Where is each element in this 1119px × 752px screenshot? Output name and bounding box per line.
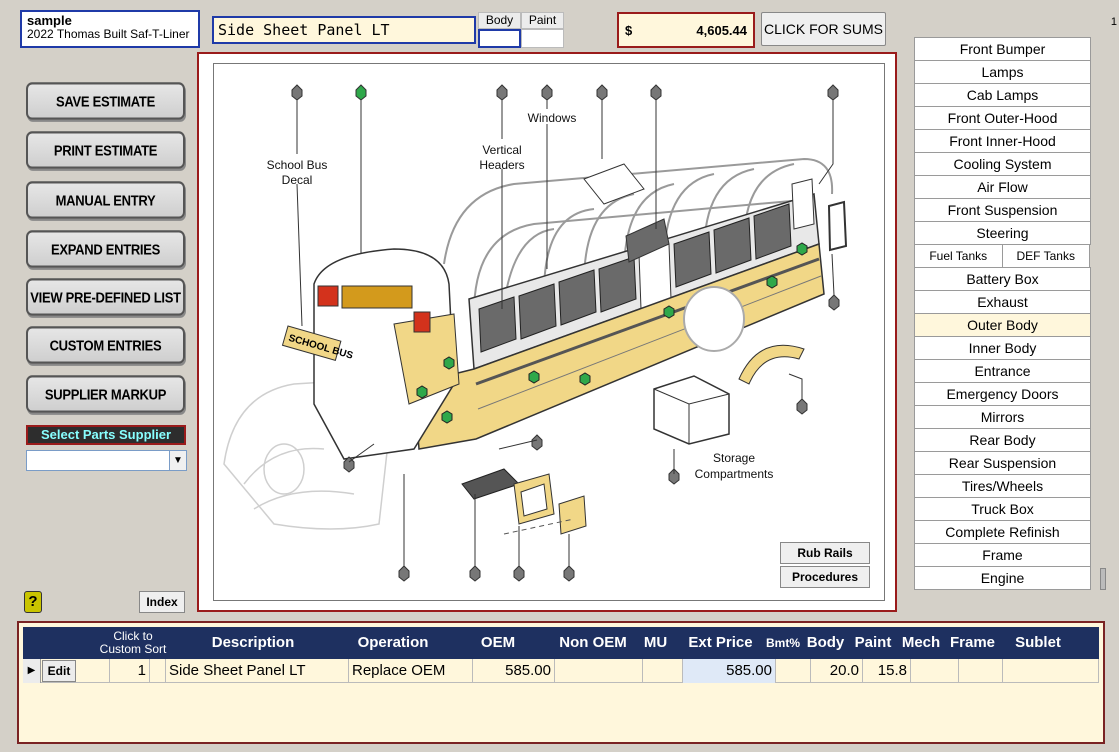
view-predefined-list-button[interactable]: VIEW PRE-DEFINED LIST [26,278,185,316]
category-rear-suspension[interactable]: Rear Suspension [914,451,1091,475]
frame-header: Frame [949,634,996,651]
save-estimate-button[interactable]: SAVE ESTIMATE [26,82,185,120]
non-oem-header: Non OEM [559,634,627,651]
vehicle-info: sample 2022 Thomas Built Saf-T-Liner [20,10,200,48]
row-non-oem[interactable] [555,659,643,683]
category-lamps[interactable]: Lamps [914,60,1091,84]
label-windows: Windows [528,111,577,125]
help-icon[interactable]: ? [24,591,42,613]
row-line-number[interactable]: 1 [110,659,150,683]
grid-header: Click to Custom Sort Description Operatio… [23,627,1099,659]
body-header: Body [806,634,845,651]
scroll-handle[interactable] [1100,568,1106,590]
oem-header: OEM [480,634,516,651]
page-number: 1 [1110,16,1117,28]
parts-diagram[interactable]: SCHOOL BUS School Bus Decal Windows Vert… [213,63,885,601]
category-outer-body[interactable]: Outer Body [914,313,1091,337]
category-battery-box[interactable]: Battery Box [914,267,1091,291]
row-frame[interactable] [959,659,1003,683]
manual-entry-button[interactable]: MANUAL ENTRY [26,181,185,219]
row-flag-cell[interactable] [78,659,110,683]
row-bmt[interactable] [776,659,811,683]
mech-header: Mech [901,634,941,651]
total-amount: 4,605.44 [696,23,747,38]
category-engine[interactable]: Engine [914,566,1091,590]
row-ext-price[interactable]: 585.00 [683,659,776,683]
category-list: Front Bumper Lamps Cab Lamps Front Outer… [914,37,1091,590]
click-for-sums-button[interactable]: CLICK FOR SUMS [761,12,886,46]
row-operation[interactable]: Replace OEM [349,659,473,683]
parts-diagram-frame: SCHOOL BUS School Bus Decal Windows Vert… [197,52,897,612]
row-description[interactable]: Side Sheet Panel LT [166,659,349,683]
category-front-inner-hood[interactable]: Front Inner-Hood [914,129,1091,153]
label-vertical-headers-1: Vertical [482,143,521,157]
row-sublet[interactable] [1003,659,1099,683]
row-paint[interactable]: 15.8 [863,659,911,683]
row-oem[interactable]: 585.00 [473,659,555,683]
row-spacer-cell[interactable] [150,659,166,683]
row-body[interactable]: 20.0 [811,659,863,683]
supplier-markup-button[interactable]: SUPPLIER MARKUP [26,375,185,413]
expand-entries-button[interactable]: EXPAND ENTRIES [26,230,185,268]
operation-header: Operation [357,634,429,651]
custom-sort-header[interactable]: Click to Custom Sort [83,627,183,659]
custom-entries-button[interactable]: CUSTOM ENTRIES [26,326,185,364]
category-front-suspension[interactable]: Front Suspension [914,198,1091,222]
bus-diagram[interactable]: SCHOOL BUS School Bus Decal Windows Vert… [214,64,884,600]
selected-part-field[interactable]: Side Sheet Panel LT [212,16,476,44]
body-hours-input[interactable] [478,29,521,48]
table-row[interactable]: ▶ Edit 1 Side Sheet Panel LT Replace OEM… [23,659,1099,683]
description-header: Description [211,634,295,651]
category-inner-body[interactable]: Inner Body [914,336,1091,360]
procedures-button[interactable]: Procedures [780,566,870,588]
print-estimate-button[interactable]: PRINT ESTIMATE [26,131,185,169]
rub-rails-button[interactable]: Rub Rails [780,542,870,564]
label-storage-2: Compartments [695,467,774,481]
category-fuel-tanks[interactable]: Fuel Tanks [914,244,1003,268]
category-cooling-system[interactable]: Cooling System [914,152,1091,176]
currency-symbol: $ [625,23,633,38]
category-truck-box[interactable]: Truck Box [914,497,1091,521]
parts-supplier-dropdown[interactable]: ▼ [26,450,187,471]
category-cab-lamps[interactable]: Cab Lamps [914,83,1091,107]
category-tires-wheels[interactable]: Tires/Wheels [914,474,1091,498]
estimate-grid: Click to Custom Sort Description Operatio… [17,621,1105,744]
vehicle-name: sample [27,13,72,28]
ext-price-header: Ext Price [688,634,753,651]
category-entrance[interactable]: Entrance [914,359,1091,383]
bmt-header: Bmt% [765,636,800,650]
label-school-bus-decal-1: School Bus [267,158,328,172]
estimate-total: $ 4,605.44 [617,12,755,48]
sublet-header: Sublet [1015,634,1061,651]
row-selector-icon[interactable]: ▶ [23,659,41,683]
vehicle-description: 2022 Thomas Built Saf-T-Liner [27,28,190,41]
category-front-outer-hood[interactable]: Front Outer-Hood [914,106,1091,130]
row-mu[interactable] [643,659,683,683]
category-rear-body[interactable]: Rear Body [914,428,1091,452]
paint-label: Paint [521,12,564,29]
category-mirrors[interactable]: Mirrors [914,405,1091,429]
mu-header: MU [643,634,668,651]
index-button[interactable]: Index [139,591,185,613]
category-frame[interactable]: Frame [914,543,1091,567]
edit-row-button[interactable]: Edit [42,660,76,682]
category-steering[interactable]: Steering [914,221,1091,245]
parts-supplier-label: Select Parts Supplier [26,425,186,445]
body-label: Body [478,12,521,29]
category-front-bumper[interactable]: Front Bumper [914,37,1091,61]
paint-hours-input[interactable] [521,29,564,48]
category-def-tanks[interactable]: DEF Tanks [1001,244,1090,268]
category-air-flow[interactable]: Air Flow [914,175,1091,199]
label-vertical-headers-2: Headers [479,158,524,172]
paint-header: Paint [854,634,892,651]
label-school-bus-decal-2: Decal [282,173,313,187]
chevron-down-icon[interactable]: ▼ [169,451,186,470]
category-emergency-doors[interactable]: Emergency Doors [914,382,1091,406]
category-complete-refinish[interactable]: Complete Refinish [914,520,1091,544]
body-paint-fields: Body Paint [478,12,564,48]
label-storage-1: Storage [713,451,755,465]
row-mech[interactable] [911,659,959,683]
category-exhaust[interactable]: Exhaust [914,290,1091,314]
